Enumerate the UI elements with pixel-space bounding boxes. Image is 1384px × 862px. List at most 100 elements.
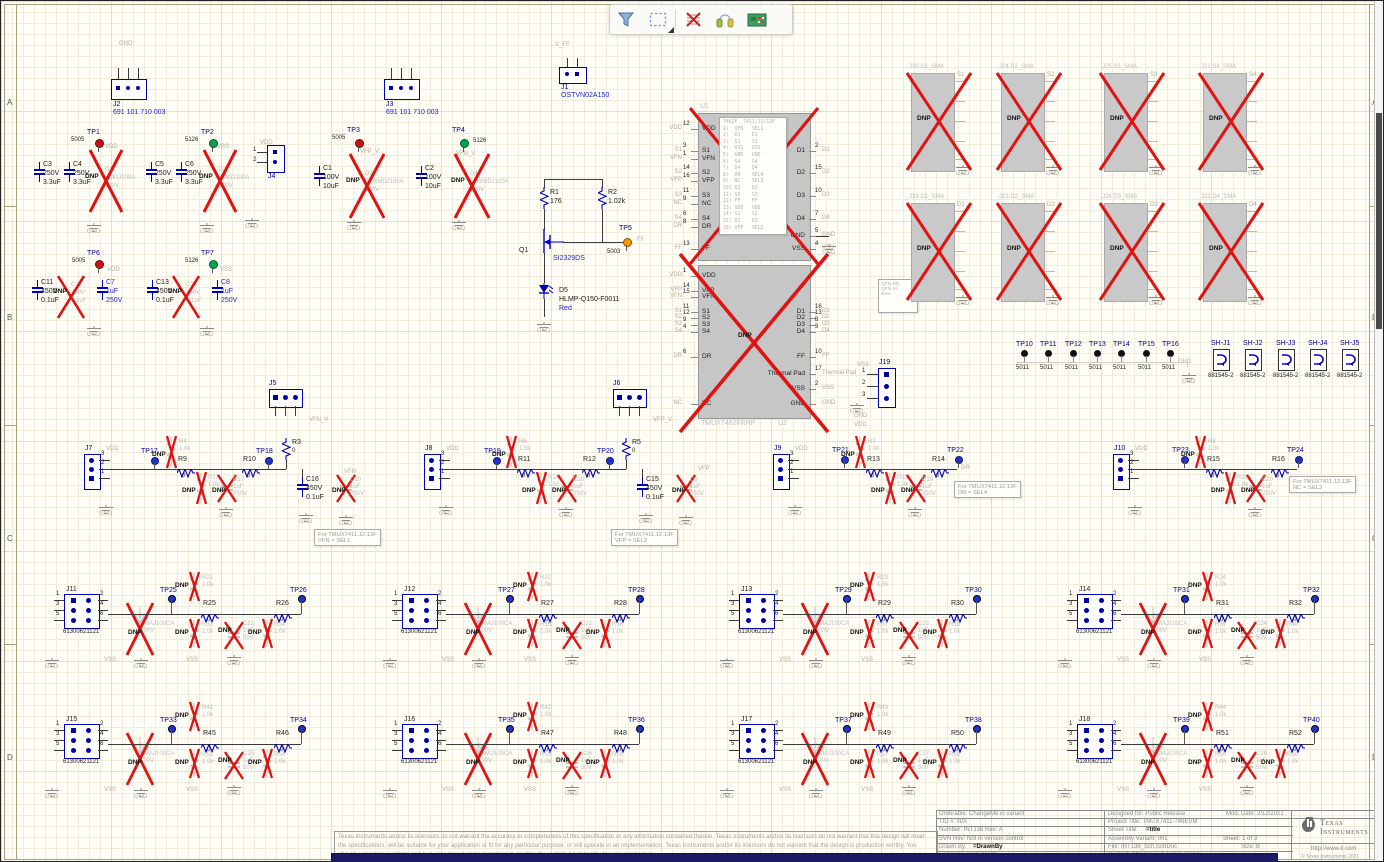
transistor-Q1[interactable]	[537, 229, 565, 255]
shunt-SH-J4[interactable]	[1310, 349, 1327, 371]
testpoint-TP38[interactable]	[973, 725, 981, 733]
resistor[interactable]	[866, 465, 884, 474]
wire	[1314, 731, 1315, 744]
vertical-scrollbar-thumb[interactable]	[1376, 113, 1382, 329]
board-icon[interactable]	[741, 7, 773, 33]
testpoint-TP37[interactable]	[843, 725, 851, 733]
testpoint-TP3[interactable]	[355, 139, 364, 148]
resistor[interactable]	[582, 465, 600, 474]
ti-logo-icon	[1301, 816, 1317, 833]
shunt-SH-J3[interactable]	[1278, 349, 1295, 371]
resistor[interactable]	[931, 465, 949, 474]
resistor-value: 0	[247, 473, 250, 480]
select-area-icon[interactable]	[642, 7, 674, 33]
header-J16[interactable]	[402, 724, 438, 759]
header-J12[interactable]	[402, 594, 438, 629]
resistor-R3[interactable]	[282, 438, 291, 460]
testpoint-TP27[interactable]	[506, 595, 514, 603]
testpoint-TP30[interactable]	[973, 595, 981, 603]
pin-number: 3	[790, 451, 793, 458]
testpoint-TP20[interactable]	[606, 457, 614, 465]
net-label: GND	[850, 409, 863, 416]
header-J18[interactable]	[1077, 724, 1113, 759]
dnp-label: DNP	[248, 759, 262, 766]
resistor[interactable]	[1271, 465, 1289, 474]
testpoint-TP24[interactable]	[1295, 456, 1303, 464]
testpoint-TP5[interactable]	[623, 238, 632, 247]
filter-icon[interactable]	[610, 7, 642, 33]
shunt-SH-J2[interactable]	[1245, 349, 1262, 371]
testpoint-TP33[interactable]	[168, 725, 176, 733]
resistor[interactable]	[1206, 465, 1224, 474]
dnp-label: DNP	[175, 712, 189, 719]
testpoint-TP18[interactable]	[265, 457, 273, 465]
testpoint-TP1[interactable]	[95, 139, 104, 148]
shunt-SH-J1[interactable]	[1213, 349, 1230, 371]
shunt-SH-J5[interactable]	[1342, 349, 1359, 371]
connector-J1[interactable]	[559, 67, 587, 84]
wire	[54, 750, 64, 751]
wire	[1184, 601, 1185, 614]
wire	[4, 425, 16, 426]
gnd-symbol	[901, 651, 917, 660]
testpoint-TP7[interactable]	[209, 260, 218, 269]
testpoint-TP22[interactable]	[955, 456, 963, 464]
testpoint-TP26[interactable]	[298, 595, 306, 603]
testpoint-TP2[interactable]	[209, 139, 218, 148]
dnp-label: DNP	[175, 759, 189, 766]
component-label: 100V	[323, 174, 339, 182]
schematic-canvas[interactable]: GNDVDDVSSVFP_VVFN_VV_FFVDDVDDVSSVFN_VVFP…	[1, 1, 1384, 862]
testpoint-TP36[interactable]	[636, 725, 644, 733]
gnd-symbol	[133, 784, 149, 793]
header-J15[interactable]	[64, 724, 100, 759]
testpoint-TP34[interactable]	[298, 725, 306, 733]
header-J11[interactable]	[64, 594, 100, 629]
testpoint-TP35[interactable]	[506, 725, 514, 733]
testpoint-ref: TP2	[201, 129, 214, 137]
resistor[interactable]	[242, 465, 260, 474]
resistor[interactable]	[177, 465, 195, 474]
pin-number: 2	[790, 460, 793, 467]
resistor-R2[interactable]	[598, 187, 607, 209]
led-D5[interactable]	[536, 283, 556, 301]
dnp-label: DNP	[175, 629, 189, 636]
cross-probe-off-icon[interactable]	[677, 7, 709, 33]
vertical-scrollbar-track[interactable]	[1374, 1, 1383, 862]
ghost-label: 250V	[350, 491, 364, 498]
testpoint-TP25[interactable]	[168, 595, 176, 603]
header-J13[interactable]	[739, 594, 775, 629]
dnp-label: DNP	[513, 759, 527, 766]
testpoint-TP39[interactable]	[1181, 725, 1189, 733]
resistor-ref: R5	[632, 439, 641, 447]
dnp-cross	[262, 618, 273, 649]
wire	[138, 68, 139, 79]
resistor-R1[interactable]	[540, 187, 549, 209]
horizontal-scrollbar[interactable]	[331, 853, 1278, 862]
testpoint-TP31[interactable]	[1181, 595, 1189, 603]
sma-ref: J21 S4_SMA	[1201, 64, 1236, 71]
net-label: S3	[650, 321, 682, 328]
gnd-symbol	[1181, 369, 1197, 378]
testpoint-TP32[interactable]	[1311, 595, 1319, 603]
testpoint-TP6[interactable]	[95, 260, 104, 269]
resistor[interactable]	[517, 465, 535, 474]
resistor-R5[interactable]	[622, 438, 631, 460]
dnp-label: DNP	[466, 629, 480, 636]
net-label: GND	[537, 328, 550, 335]
header-J17[interactable]	[739, 724, 775, 759]
resistor-value: 0	[618, 617, 621, 624]
testpoint-TP40[interactable]	[1311, 725, 1319, 733]
dnp-label: DNP	[248, 629, 262, 636]
ghost-label: 1uF	[233, 484, 243, 491]
gnd-symbol	[808, 654, 824, 663]
connections-icon[interactable]	[709, 7, 741, 33]
svn-rev: SVN Rev: Not in version control	[939, 836, 1023, 842]
testpoint-TP29[interactable]	[843, 595, 851, 603]
header-J14[interactable]	[1077, 594, 1113, 629]
testpoint-TP28[interactable]	[636, 595, 644, 603]
pin-number: 2	[100, 721, 103, 728]
shunt-partnumber: 881545-2	[1240, 373, 1265, 380]
testpoint-TP4[interactable]	[460, 139, 469, 148]
dnp-cross	[679, 253, 829, 433]
net-label: GND	[809, 664, 822, 671]
